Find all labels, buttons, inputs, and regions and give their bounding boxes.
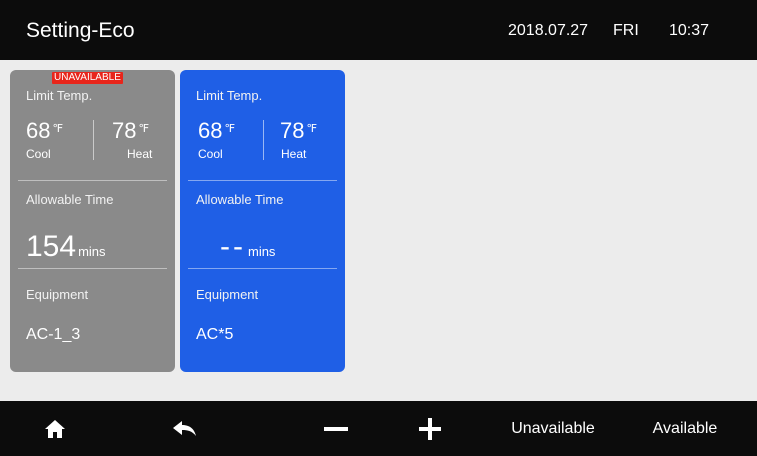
allowable-time-label: Allowable Time [26,192,114,207]
heat-temp-value: 78 ℉ [280,118,317,143]
eco-card-unavailable[interactable]: UNAVAILABLE Limit Temp. 68 ℉ Cool 78 ℉ Hea… [10,70,175,372]
limit-temp-label: Limit Temp. [26,88,93,103]
increase-button[interactable] [408,401,452,456]
equipment-label: Equipment [26,287,89,302]
minus-icon [324,426,348,431]
footer-toolbar: Unavailable Available [0,401,757,456]
temp-divider [93,120,94,160]
allowable-time-value: -- mins [220,230,276,263]
clock-display: 10:37 [669,22,710,39]
cool-label: Cool [198,147,223,161]
section-divider [18,180,167,181]
back-arrow-icon [172,420,198,438]
cool-temp-value: 68 ℉ [26,118,63,143]
home-icon [44,419,66,439]
decrease-button[interactable] [314,401,358,456]
unavailable-badge: UNAVAILABLE [52,72,123,84]
heat-label: Heat [281,147,307,161]
section-divider [18,268,167,269]
home-button[interactable] [30,401,80,456]
eco-card-available[interactable]: Limit Temp. 68 ℉ Cool 78 ℉ Heat Allowable … [180,70,345,372]
cool-label: Cool [26,147,51,161]
cool-temp-value: 68 ℉ [198,118,235,143]
allowable-time-value: 154 mins [26,230,106,263]
page-title: Setting-Eco [26,19,135,42]
date-display: 2018.07.27 [508,22,589,39]
weekday-display: FRI [613,22,639,39]
available-button[interactable]: Available [640,401,730,456]
limit-temp-label: Limit Temp. [196,88,263,103]
back-button[interactable] [160,401,210,456]
unavailable-button[interactable]: Unavailable [500,401,606,456]
temp-divider [263,120,264,160]
plus-icon [419,417,441,440]
equipment-value: AC-1_3 [26,326,81,343]
equipment-value: AC*5 [196,326,234,343]
heat-label: Heat [127,147,153,161]
equipment-label: Equipment [196,287,259,302]
header-bar: Setting-Eco 2018.07.27 FRI 10:37 [0,0,757,60]
heat-temp-value: 78 ℉ [112,118,149,143]
section-divider [188,180,337,181]
section-divider [188,268,337,269]
allowable-time-label: Allowable Time [196,192,284,207]
